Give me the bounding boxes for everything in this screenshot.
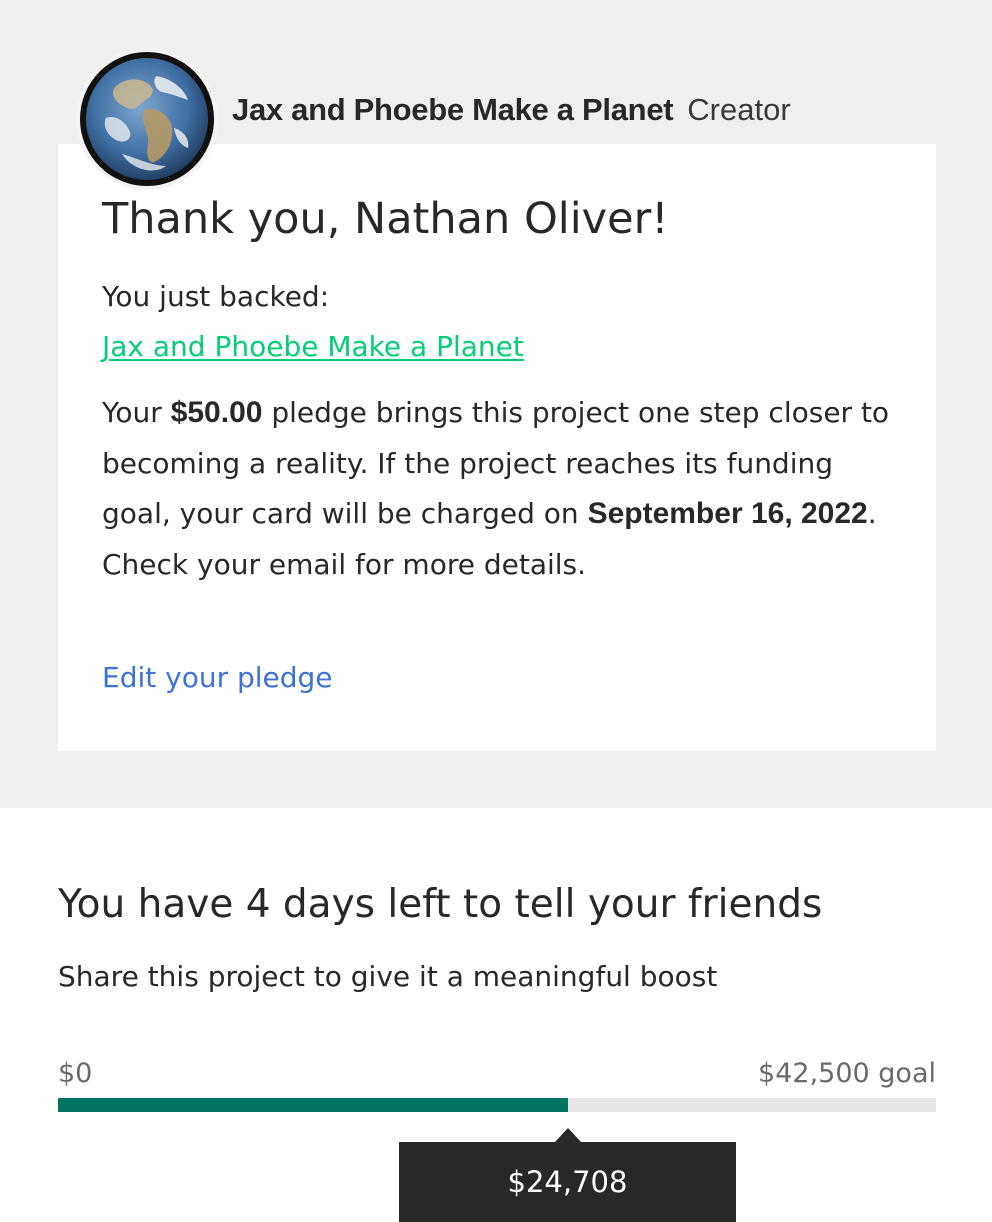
backed-label: You just backed: — [102, 280, 330, 313]
share-subheading: Share this project to give it a meaningf… — [58, 960, 718, 993]
funding-goal-label: $42,500 goal — [758, 1058, 936, 1089]
pledged-tooltip-arrow — [555, 1128, 581, 1142]
earth-globe-icon — [86, 58, 208, 180]
charge-date: September 16, 2022 — [587, 497, 868, 530]
creator-avatar[interactable] — [80, 52, 214, 186]
creator-header: Jax and Phoebe Make a Planet Creator — [232, 92, 791, 136]
days-left-heading: You have 4 days left to tell your friend… — [58, 882, 823, 927]
project-link[interactable]: Jax and Phoebe Make a Planet — [102, 330, 524, 363]
pledged-amount: $24,708 — [507, 1165, 628, 1199]
funding-progress-fill — [58, 1098, 569, 1112]
pledged-amount-tooltip: $24,708 — [399, 1142, 736, 1222]
funding-min-label: $0 — [58, 1058, 93, 1089]
pledge-prefix: Your — [102, 396, 171, 429]
funding-progress-bar — [58, 1098, 936, 1112]
creator-name[interactable]: Jax and Phoebe Make a Planet — [232, 92, 674, 128]
pledge-description: Your $50.00 pledge brings this project o… — [102, 388, 902, 590]
creator-role-label: Creator — [687, 92, 791, 127]
thank-you-heading: Thank you, Nathan Oliver! — [102, 194, 669, 244]
pledge-amount: $50.00 — [170, 396, 263, 429]
edit-pledge-link[interactable]: Edit your pledge — [102, 661, 333, 694]
